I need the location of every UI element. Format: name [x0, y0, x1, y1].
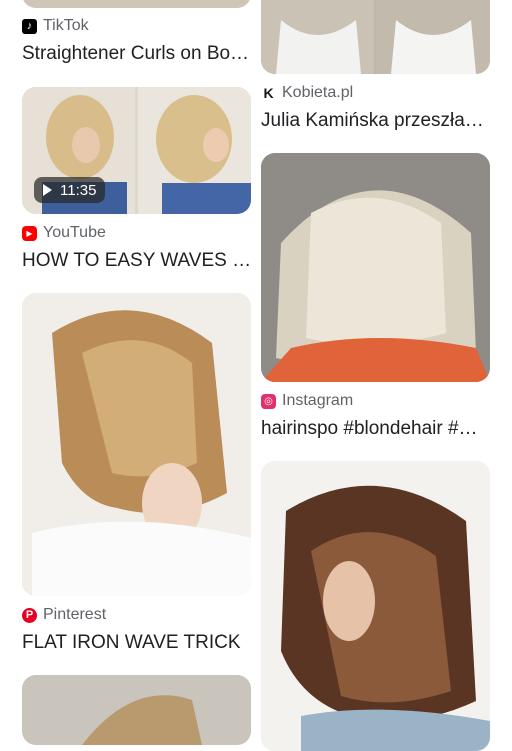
video-duration: 11:35	[60, 181, 97, 199]
result-title[interactable]: Julia Kamińska przeszła…	[261, 110, 490, 132]
play-icon	[43, 184, 52, 196]
result-source[interactable]: P Pinterest	[22, 606, 106, 624]
result-title[interactable]: hairinspo #blondehair #…	[261, 418, 490, 440]
result-source[interactable]: ▶ YouTube	[22, 224, 106, 242]
result-source[interactable]: K Kobieta.pl	[261, 84, 353, 102]
result-source-label: Instagram	[282, 392, 354, 409]
instagram-icon: ◎	[261, 393, 276, 409]
result-image[interactable]	[261, 0, 490, 74]
result-source-label: YouTube	[43, 224, 106, 241]
result-title[interactable]: FLAT IRON WAVE TRICK	[22, 632, 251, 654]
youtube-icon: ▶	[22, 225, 37, 241]
result-image[interactable]	[22, 293, 251, 596]
result-image[interactable]	[261, 153, 490, 382]
result-title[interactable]: Straightener Curls on Bo…	[22, 43, 251, 65]
result-source-label: Pinterest	[43, 606, 107, 623]
result-source[interactable]: ◎ Instagram	[261, 392, 353, 410]
result-video-thumbnail[interactable]: 11:35	[22, 87, 251, 214]
result-image[interactable]	[22, 675, 251, 745]
tiktok-icon: ♪	[22, 18, 37, 34]
pinterest-icon: P	[22, 607, 37, 623]
result-source-label: TikTok	[43, 17, 89, 34]
result-image[interactable]	[261, 461, 490, 751]
result-image[interactable]	[22, 0, 251, 8]
result-source[interactable]: ♪ TikTok	[22, 17, 89, 35]
video-duration-badge: 11:35	[34, 177, 106, 203]
result-source-label: Kobieta.pl	[282, 84, 354, 101]
kobieta-k-icon: K	[263, 85, 274, 101]
result-title[interactable]: HOW TO EASY WAVES …	[22, 250, 251, 272]
